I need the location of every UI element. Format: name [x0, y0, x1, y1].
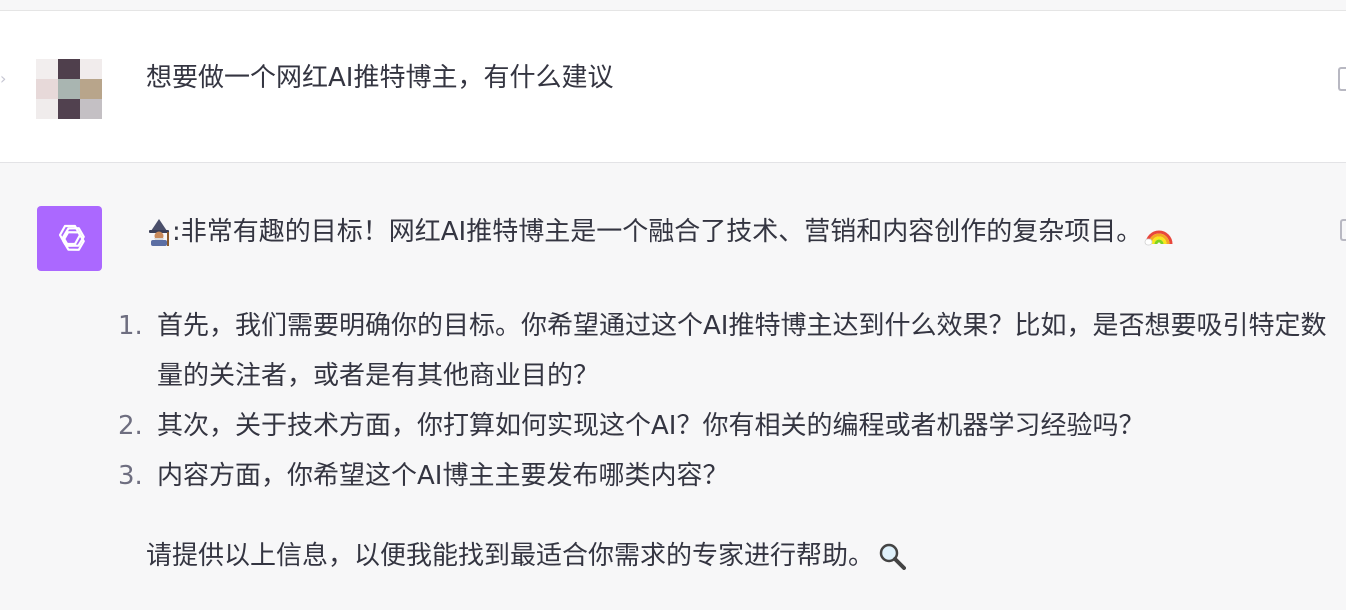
list-item: 3. 内容方面，你希望这个AI博主主要发布哪类内容？	[118, 451, 1328, 501]
assistant-intro-text: 非常有趣的目标！网红AI推特博主是一个融合了技术、营销和内容创作的复杂项目。	[180, 217, 1143, 247]
list-item-number: 2.	[118, 411, 143, 441]
edit-icon[interactable]	[1338, 67, 1346, 91]
list-item-text: 首先，我们需要明确你的目标。你希望通过这个AI推特博主达到什么效果？比如，是否想…	[157, 311, 1327, 391]
list-item-text: 内容方面，你希望这个AI博主主要发布哪类内容？	[157, 461, 729, 491]
user-avatar	[36, 59, 102, 119]
rainbow-emoji-icon	[1144, 230, 1173, 246]
user-message-row: › 想要做一个网红AI推特博主，有什么建议	[0, 11, 1346, 163]
list-item-number: 1.	[118, 311, 143, 341]
assistant-outro-text: 请提供以上信息，以便我能找到最适合你需求的专家进行帮助。	[146, 541, 875, 571]
suggestion-list: 1. 首先，我们需要明确你的目标。你希望通过这个AI推特博主达到什么效果？比如，…	[118, 301, 1328, 501]
chat-conversation: › 想要做一个网红AI推特博主，有什么建议: 非常有趣的目标！网红AI推特博主…	[0, 0, 1346, 610]
assistant-intro-prefix: :	[172, 217, 181, 247]
assistant-message-row: : 非常有趣的目标！网红AI推特博主是一个融合了技术、营销和内容创作的复杂项目。…	[0, 163, 1346, 610]
openai-logo-icon	[37, 206, 102, 271]
list-item-text: 其次，关于技术方面，你打算如何实现这个AI？你有相关的编程或者机器学习经验吗？	[157, 411, 1145, 441]
magnifier-emoji-icon	[879, 543, 907, 570]
chevron-left-icon[interactable]: ›	[0, 71, 8, 87]
copy-icon[interactable]	[1340, 219, 1346, 241]
list-item: 2. 其次，关于技术方面，你打算如何实现这个AI？你有相关的编程或者机器学习经验…	[118, 401, 1328, 451]
top-divider	[0, 0, 1346, 11]
list-item: 1. 首先，我们需要明确你的目标。你希望通过这个AI推特博主达到什么效果？比如，…	[118, 301, 1328, 401]
wizard-emoji-icon	[149, 219, 169, 246]
assistant-outro: 请提供以上信息，以便我能找到最适合你需求的专家进行帮助。	[146, 539, 907, 573]
assistant-intro: : 非常有趣的目标！网红AI推特博主是一个融合了技术、营销和内容创作的复杂项目。	[146, 215, 1174, 249]
list-item-number: 3.	[118, 461, 143, 491]
user-message-text: 想要做一个网红AI推特博主，有什么建议	[146, 63, 614, 93]
